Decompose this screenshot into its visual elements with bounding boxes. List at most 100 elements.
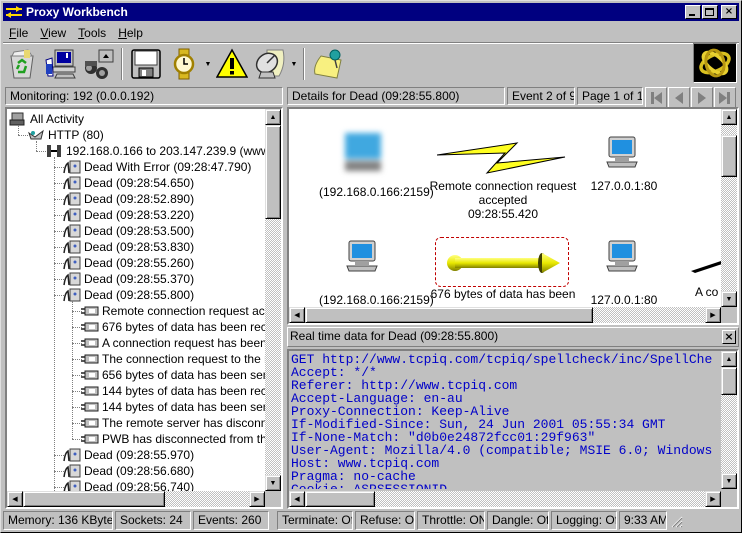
tree-item-event[interactable]: PWB has disconnected from the: [81, 431, 265, 447]
arrow-right-icon: ▶: [710, 311, 716, 319]
scroll-corner: [721, 307, 737, 323]
menu-view-accel: V: [40, 25, 49, 40]
proxy-workbench-logo: [693, 43, 737, 83]
save-button[interactable]: [127, 45, 165, 83]
watch-button[interactable]: [165, 45, 203, 83]
last-event-button[interactable]: [714, 87, 736, 109]
tree-item-event[interactable]: 144 bytes of data has been recei: [81, 383, 265, 399]
tree-item-socket[interactable]: Dead (09:28:56.680): [63, 463, 194, 479]
status-dangle[interactable]: Dangle: Off: [487, 511, 549, 530]
satellite-button[interactable]: [251, 45, 289, 83]
menu-view[interactable]: View: [34, 26, 72, 40]
menu-help[interactable]: Help: [112, 26, 149, 40]
diagram-hscroll-thumb[interactable]: [305, 307, 593, 323]
realtime-data-text[interactable]: GET http://www.tcpiq.com/tcpiq/spellchec…: [291, 353, 719, 489]
tree-item-connection[interactable]: 192.168.0.166 to 203.147.239.9 (www.tc: [45, 143, 265, 159]
tree-hscroll-thumb[interactable]: [23, 491, 165, 507]
tree-item-event[interactable]: 676 bytes of data has been recei: [81, 319, 265, 335]
realtime-scroll-left-button[interactable]: ◀: [289, 491, 305, 507]
status-throttle[interactable]: Throttle: ON: [417, 511, 485, 530]
tree-item-event[interactable]: 656 bytes of data has been sent t: [81, 367, 265, 383]
tree-scroll-down-button[interactable]: ▼: [265, 475, 281, 491]
tree-connector: [72, 391, 82, 392]
status-refuse[interactable]: Refuse: Off: [355, 511, 415, 530]
scroll-corner: [721, 491, 737, 507]
diagram-scroll-right-button[interactable]: ▶: [705, 307, 721, 323]
realtime-hscroll-thumb[interactable]: [305, 491, 375, 507]
note-button[interactable]: [309, 45, 347, 83]
tree-connector: [54, 231, 64, 232]
diagram-vscroll-thumb[interactable]: [721, 135, 737, 177]
tree-item-socket[interactable]: Dead (09:28:53.220): [63, 207, 194, 223]
tree-item-socket[interactable]: Dead (09:28:53.830): [63, 239, 194, 255]
computer-connect-button[interactable]: [41, 45, 79, 83]
tree-horizontal-scrollbar[interactable]: ◀ ▶: [7, 491, 265, 507]
arrow-right-icon: ▶: [254, 495, 260, 503]
tree-item-event[interactable]: A connection request has been m: [81, 335, 265, 351]
tree-item-socket[interactable]: Dead (09:28:54.650): [63, 175, 194, 191]
binoculars-button[interactable]: [79, 45, 117, 83]
status-logging[interactable]: Logging: Off: [551, 511, 617, 530]
tree-item-socket[interactable]: Dead (09:28:55.800): [63, 287, 194, 303]
event-diagram-viewport: (192.168.0.166:2159) Remote connection r…: [289, 109, 721, 307]
realtime-data-pane[interactable]: GET http://www.tcpiq.com/tcpiq/spellchec…: [287, 349, 739, 509]
warning-button[interactable]: [213, 45, 251, 83]
realtime-close-button[interactable]: ×: [722, 330, 736, 344]
realtime-vscroll-thumb[interactable]: [721, 367, 737, 395]
diagram-vertical-scrollbar[interactable]: ▲ ▼: [721, 109, 737, 307]
tree-item-socket[interactable]: Dead (09:28:56.740): [63, 479, 194, 491]
tree-scroll-left-button[interactable]: ◀: [7, 491, 23, 507]
menu-file[interactable]: File: [3, 26, 34, 40]
tree-item-event[interactable]: The connection request to the re: [81, 351, 265, 367]
tree-item-event[interactable]: The remote server has disconnec: [81, 415, 265, 431]
satellite-dropdown[interactable]: ▼: [289, 45, 299, 83]
tree-vertical-scrollbar[interactable]: ▲ ▼: [265, 109, 281, 491]
details-header: Details for Dead (09:28:55.800): [287, 87, 505, 105]
minimize-button[interactable]: [685, 5, 701, 19]
tree-scroll-up-button[interactable]: ▲: [265, 109, 281, 125]
diagram-scroll-up-button[interactable]: ▲: [721, 109, 737, 125]
menu-view-label: iew: [48, 25, 67, 40]
tree-item-socket[interactable]: Dead With Error (09:28:47.790): [63, 159, 251, 175]
close-button[interactable]: ×: [721, 5, 737, 19]
event-icon: [81, 367, 99, 383]
tree-item-root[interactable]: All Activity: [9, 111, 84, 127]
diagram-horizontal-scrollbar[interactable]: ◀ ▶: [289, 307, 721, 323]
previous-event-button[interactable]: [668, 87, 690, 109]
realtime-scroll-up-button[interactable]: ▲: [721, 351, 737, 367]
tree-item-event[interactable]: Remote connection request acce: [81, 303, 265, 319]
resize-grip[interactable]: [669, 511, 683, 530]
recycle-bin-button[interactable]: [3, 45, 41, 83]
tree-item-label: Dead (09:28:52.890): [84, 192, 195, 206]
tree-vscroll-thumb[interactable]: [265, 125, 281, 219]
realtime-line: Cookie: ASPSESSIONID...: [291, 483, 719, 489]
status-terminate[interactable]: Terminate: Off: [277, 511, 353, 530]
tree-connector: [72, 439, 82, 440]
tree-item-label: Dead (09:28:53.830): [84, 240, 195, 254]
maximize-button[interactable]: [702, 5, 718, 19]
next-event-button[interactable]: [691, 87, 713, 109]
tree-connector: [72, 301, 73, 439]
tree-item-socket[interactable]: Dead (09:28:52.890): [63, 191, 194, 207]
tree-connector: [54, 487, 64, 488]
tree-item-socket[interactable]: Dead (09:28:55.970): [63, 447, 194, 463]
tree-item-socket[interactable]: Dead (09:28:55.370): [63, 271, 194, 287]
realtime-scroll-right-button[interactable]: ▶: [705, 491, 721, 507]
realtime-scroll-down-button[interactable]: ▼: [721, 473, 737, 489]
first-event-button[interactable]: [645, 87, 667, 109]
tree-item-label: Dead (09:28:56.680): [84, 464, 195, 478]
tree-connector: [72, 423, 82, 424]
tree-item-socket[interactable]: Dead (09:28:53.500): [63, 223, 194, 239]
realtime-vertical-scrollbar[interactable]: ▲ ▼: [721, 351, 737, 489]
arrow-down-icon: ▼: [269, 479, 277, 487]
diagram-scroll-down-button[interactable]: ▼: [721, 291, 737, 307]
watch-dropdown[interactable]: ▼: [203, 45, 213, 83]
tree-scroll-right-button[interactable]: ▶: [249, 491, 265, 507]
selected-event-box[interactable]: [435, 237, 569, 287]
tree-item-socket[interactable]: Dead (09:28:55.260): [63, 255, 194, 271]
tree-item-event[interactable]: 144 bytes of data has been sent t: [81, 399, 265, 415]
diagram-scroll-left-button[interactable]: ◀: [289, 307, 305, 323]
realtime-horizontal-scrollbar[interactable]: ◀ ▶: [289, 491, 721, 507]
tree-item-protocol[interactable]: HTTP (80): [27, 127, 104, 143]
menu-tools[interactable]: Tools: [72, 26, 112, 40]
